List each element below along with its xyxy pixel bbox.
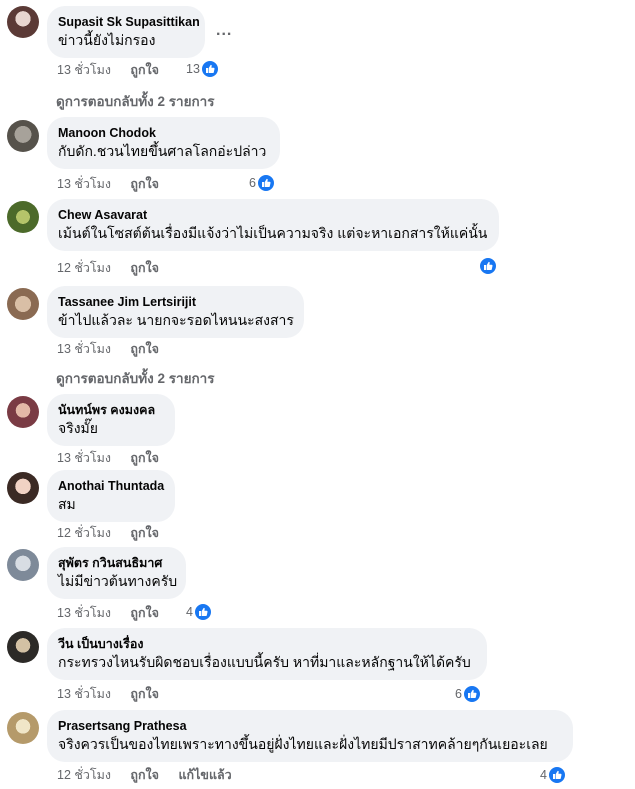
like-button[interactable]: ถูกใจ [130,768,159,782]
comment-time[interactable]: 12 ชั่วโมง [57,526,111,540]
reaction-count[interactable] [478,257,497,275]
comment-author[interactable]: Chew Asavarat [58,207,487,224]
comment-actions: 12 ชั่วโมง ถูกใจ [57,525,175,541]
thumbs-up-icon [200,60,219,78]
reaction-number: 4 [540,768,547,782]
comment-text: จริงควรเป็นของไทยเพราะทางขึ้นอยู่ฝั่งไทย… [58,736,548,752]
comment-text: กับดัก.ชวนไทยขึ้นศาลโลกอ่ะปล่าว [58,143,267,159]
comment-actions: 13 ชั่วโมง ถูกใจ [57,605,175,621]
thumbs-up-icon [256,174,275,192]
comment-author[interactable]: Anothai Thuntada [58,478,164,495]
like-button[interactable]: ถูกใจ [130,451,159,465]
comment-actions: 13 ชั่วโมง ถูกใจ [57,450,175,466]
reaction-number: 4 [186,605,193,619]
like-button[interactable]: ถูกใจ [130,261,159,275]
reaction-number: 6 [455,687,462,701]
edited-label: แก้ไขแล้ว [178,768,232,782]
comment-text: จริงมั๊ย [58,420,98,436]
view-replies-link[interactable]: ดูการตอบกลับทั้ง 2 รายการ [56,90,214,112]
thumbs-up-icon [462,685,481,703]
avatar[interactable] [7,472,39,504]
comment-time[interactable]: 13 ชั่วโมง [57,606,111,620]
comment-time[interactable]: 13 ชั่วโมง [57,342,111,356]
avatar[interactable] [7,288,39,320]
view-replies-link[interactable]: ดูการตอบกลับทั้ง 2 รายการ [56,367,214,389]
reaction-number: 13 [186,62,200,76]
like-button[interactable]: ถูกใจ [130,63,159,77]
avatar[interactable] [7,201,39,233]
comment-actions: 13 ชั่วโมง ถูกใจ [57,341,175,357]
comment-actions: 13 ชั่วโมง ถูกใจ [57,686,175,702]
comment-author[interactable]: สุพัตร กวินสนธิมาศ [58,555,174,572]
comment-author[interactable]: Supasit Sk Supasittikan [58,14,200,31]
like-button[interactable]: ถูกใจ [130,342,159,356]
avatar[interactable] [7,396,39,428]
reaction-count[interactable]: 4 [540,766,566,784]
reaction-count[interactable]: 13 [186,60,219,78]
comment-author[interactable]: นันทน์พร คงมงคล [58,402,163,419]
comment-bubble: นันทน์พร คงมงคล จริงมั๊ย [47,394,175,446]
comment-text: กระทรวงไหนรับผิดชอบเรื่องแบบนี้ครับ หาที… [58,654,471,670]
reaction-count[interactable]: 6 [455,685,481,703]
comment-time[interactable]: 12 ชั่วโมง [57,768,111,782]
like-button[interactable]: ถูกใจ [130,526,159,540]
avatar[interactable] [7,712,39,744]
comment-bubble: Tassanee Jim Lertsirijit ข้าไปแล้วละ นาย… [47,286,304,338]
comment-author[interactable]: วีน เป็นบางเรื่อง [58,636,475,653]
comment-actions: 12 ชั่วโมง ถูกใจ แก้ไขแล้ว [57,767,248,783]
comment-bubble: Supasit Sk Supasittikan ข่าวนี้ยังไม่กรอ… [47,6,205,58]
comment-text: เม้นต์ในโซสต์ต้นเรื่องมีแจ้งว่าไม่เป็นคว… [58,225,488,241]
avatar[interactable] [7,120,39,152]
like-button[interactable]: ถูกใจ [130,687,159,701]
comment-actions: 12 ชั่วโมง ถูกใจ [57,260,175,276]
avatar[interactable] [7,6,39,38]
comment-time[interactable]: 12 ชั่วโมง [57,261,111,275]
thumbs-up-icon [193,603,212,621]
comment-actions: 13 ชั่วโมง ถูกใจ [57,176,175,192]
more-options-icon[interactable]: ... [216,22,232,40]
comment-bubble: Prasertsang Prathesa จริงควรเป็นของไทยเพ… [47,710,573,762]
avatar[interactable] [7,549,39,581]
avatar[interactable] [7,631,39,663]
comment-bubble: Chew Asavarat เม้นต์ในโซสต์ต้นเรื่องมีแจ… [47,199,499,251]
thumbs-up-icon [547,766,566,784]
comment-text: ข้าไปแล้วละ นายกจะรอดไหนนะสงสาร [58,312,294,328]
comment-author[interactable]: Tassanee Jim Lertsirijit [58,294,292,311]
reaction-count[interactable]: 6 [249,174,275,192]
comment-text: ข่าวนี้ยังไม่กรอง [58,32,156,48]
like-button[interactable]: ถูกใจ [130,606,159,620]
thumbs-up-icon [479,257,497,275]
comment-bubble: สุพัตร กวินสนธิมาศ ไม่มีข่าวต้นทางครับ [47,547,186,599]
comment-author[interactable]: Manoon Chodok [58,125,268,142]
comment-time[interactable]: 13 ชั่วโมง [57,687,111,701]
comment-actions: 13 ชั่วโมง ถูกใจ [57,62,175,78]
comment-time[interactable]: 13 ชั่วโมง [57,63,111,77]
comment-text: ไม่มีข่าวต้นทางครับ [58,573,178,589]
reaction-number: 6 [249,176,256,190]
comment-author[interactable]: Prasertsang Prathesa [58,718,561,735]
comment-text: สม [58,496,76,512]
comment-bubble: Manoon Chodok กับดัก.ชวนไทยขึ้นศาลโลกอ่ะ… [47,117,280,169]
comment-bubble: วีน เป็นบางเรื่อง กระทรวงไหนรับผิดชอบเรื… [47,628,487,680]
comment-time[interactable]: 13 ชั่วโมง [57,451,111,465]
reaction-count[interactable]: 4 [186,603,212,621]
comment-time[interactable]: 13 ชั่วโมง [57,177,111,191]
comment-bubble: Anothai Thuntada สม [47,470,175,522]
like-button[interactable]: ถูกใจ [130,177,159,191]
